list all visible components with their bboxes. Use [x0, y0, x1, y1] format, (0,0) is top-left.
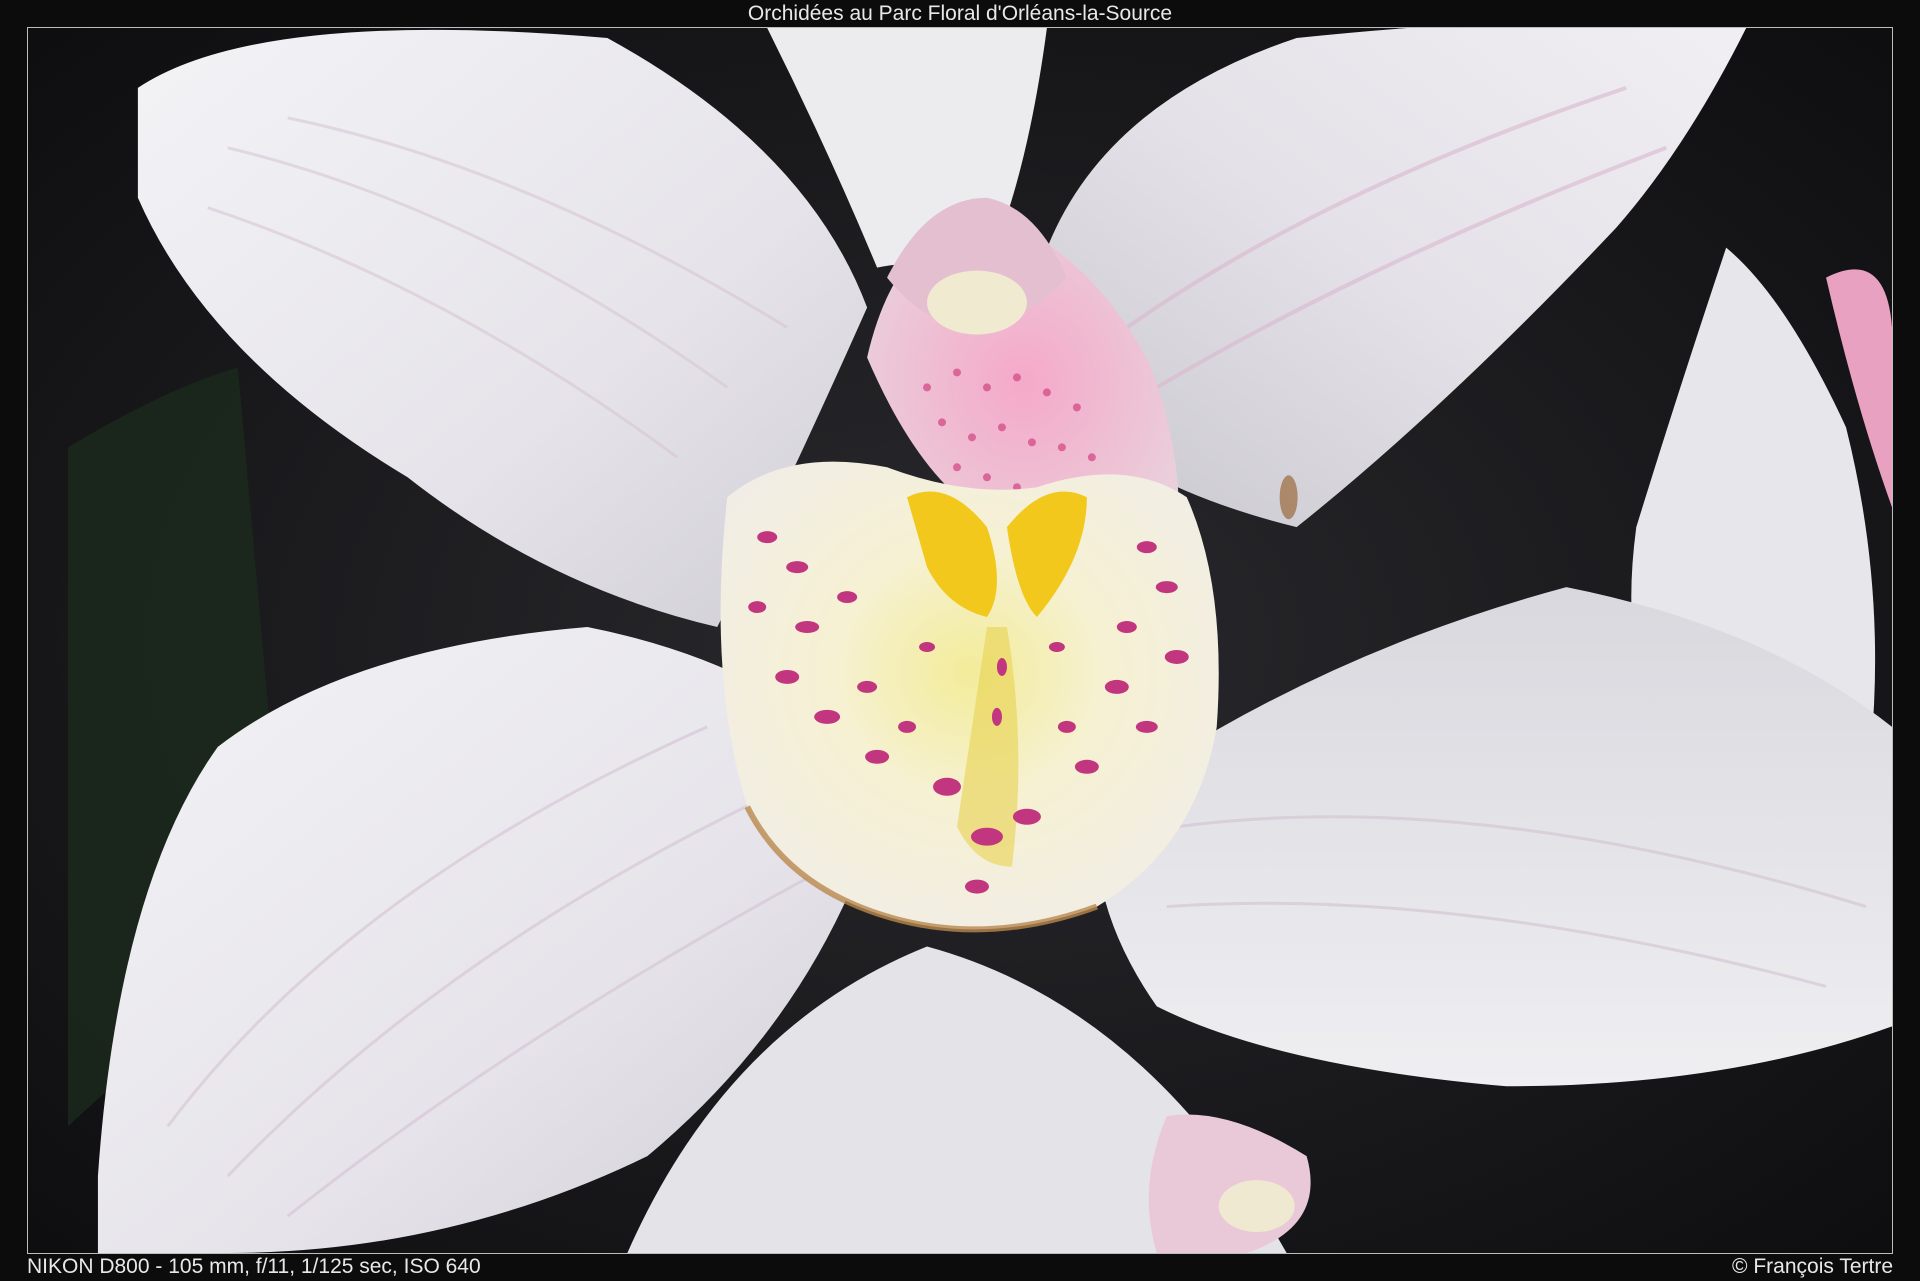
orchid-illustration: [28, 28, 1892, 1253]
exif-caption: NIKON D800 - 105 mm, f/11, 1/125 sec, IS…: [27, 1255, 481, 1278]
copyright-credit: © François Tertre: [1732, 1255, 1893, 1278]
photo-title: Orchidées au Parc Floral d'Orléans-la-So…: [747, 2, 1173, 25]
photo-frame: Orchidées au Parc Floral d'Orléans-la-So…: [0, 0, 1920, 1281]
orchid-photo: [27, 27, 1893, 1254]
